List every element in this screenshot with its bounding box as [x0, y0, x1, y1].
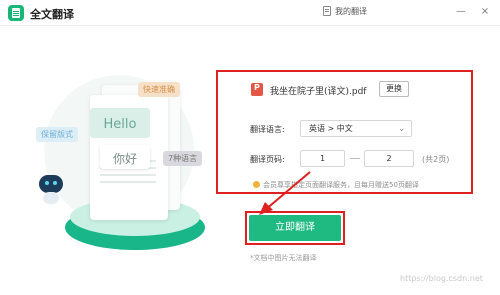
document-icon — [323, 6, 331, 16]
file-name: 我坐在院子里(译文).pdf — [270, 87, 367, 97]
translate-now-button[interactable]: 立即翻译 — [249, 215, 341, 241]
pages-label: 翻译页码: — [250, 155, 285, 164]
pdf-file-icon — [251, 83, 263, 96]
page-to-input[interactable]: 2 — [364, 150, 414, 167]
fast-accurate-tag: 快速准确 — [138, 82, 180, 97]
translation-illustration: Hello 你好 快速准确 保留版式 7种语言 — [30, 55, 210, 255]
total-pages: (共2页) — [422, 155, 450, 164]
chevron-down-icon: ⌄ — [398, 124, 405, 133]
nihao-bubble: 你好 — [100, 145, 150, 169]
watermark: https://blog.csdn.net — [400, 274, 483, 283]
change-file-button[interactable]: 更换 — [379, 81, 409, 97]
robot-mascot-icon — [37, 175, 65, 205]
language-label: 翻译语言: — [250, 125, 285, 134]
page-range-separator — [350, 158, 360, 159]
close-button[interactable]: × — [478, 5, 492, 19]
image-not-translated-note: *文档中图片无法翻译 — [250, 254, 317, 262]
app-title: 全文翻译 — [30, 8, 74, 21]
page-from-input[interactable]: 1 — [300, 150, 345, 167]
languages-tag: 7种语言 — [163, 151, 203, 166]
language-value: 英语 > 中文 — [309, 124, 353, 133]
keep-format-tag: 保留版式 — [36, 127, 78, 142]
hello-bubble: Hello — [90, 108, 150, 138]
my-translations-label: 我的翻译 — [335, 7, 367, 16]
app-logo-icon — [8, 5, 24, 21]
title-bar: 全文翻译 我的翻译 — × — [0, 0, 500, 26]
my-translations-button[interactable]: 我的翻译 — [323, 6, 367, 17]
minimize-button[interactable]: — — [454, 5, 468, 19]
language-select[interactable]: 英语 > 中文 ⌄ — [300, 120, 412, 137]
